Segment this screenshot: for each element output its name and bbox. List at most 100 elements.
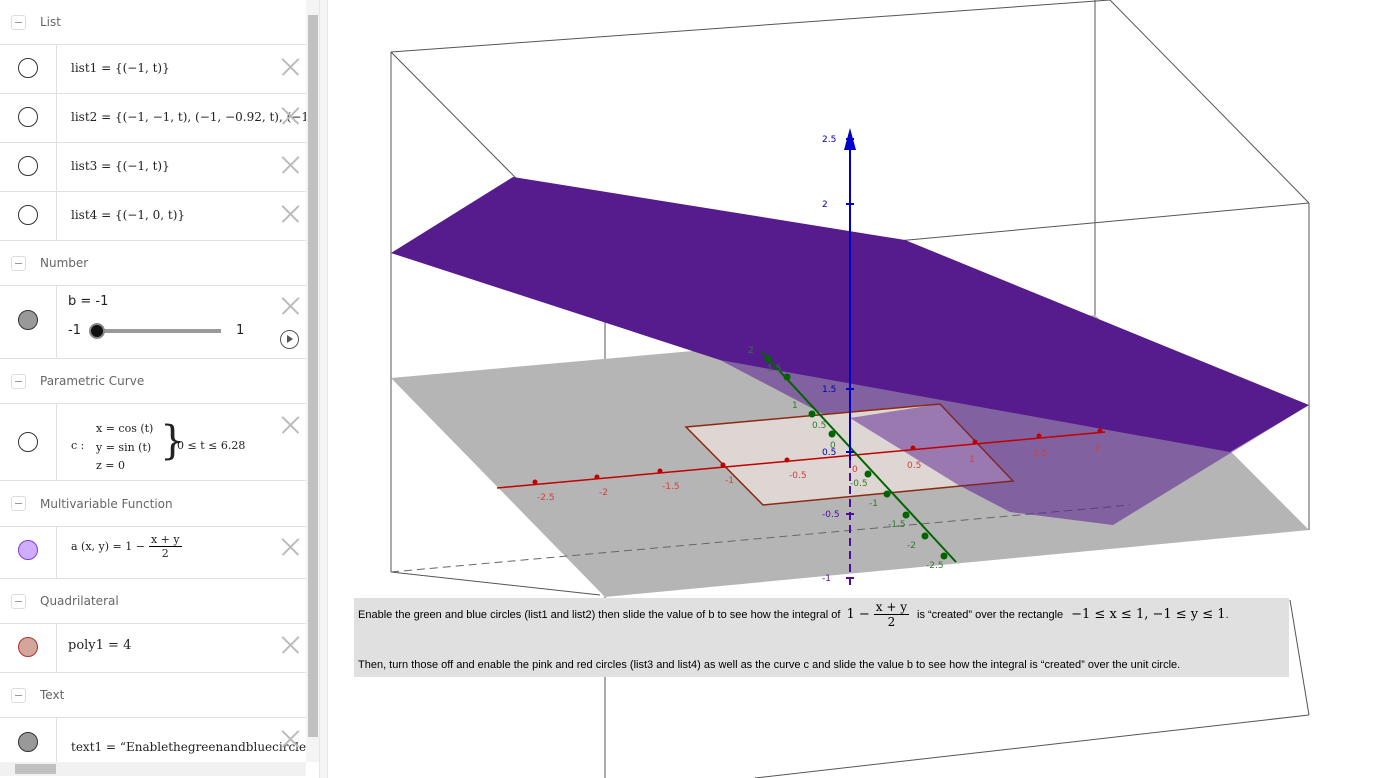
delete-icon[interactable] <box>281 156 299 174</box>
visibility-toggle[interactable] <box>18 205 38 225</box>
delete-icon[interactable] <box>281 730 299 748</box>
expression[interactable]: list4 = {(−1, 0, t)} <box>71 208 185 222</box>
list-item-text1[interactable]: text1 = “Enablethegreenandbluecircles(li… <box>0 718 306 762</box>
group-header-multivariable-function[interactable]: Multivariable Function <box>0 481 306 527</box>
slider-min: -1 <box>68 323 81 338</box>
expression[interactable]: list1 = {(−1, t)} <box>71 61 170 75</box>
list-item-a[interactable]: a (x, y) = 1 − x + y2 <box>0 527 306 579</box>
x-tick-label: -1.5 <box>662 482 680 492</box>
x-tick-label: -0.5 <box>789 471 807 481</box>
collapse-icon[interactable] <box>11 496 26 511</box>
x-tick <box>1097 428 1103 434</box>
denominator: 2 <box>161 547 169 561</box>
group-label: Number <box>40 256 89 270</box>
y-tick-label: 1.5 <box>767 364 781 374</box>
y-tick-label: -2.5 <box>926 561 944 571</box>
group-header-list[interactable]: List <box>0 0 306 45</box>
function-lhs: a (x, y) = 1 − <box>71 540 145 554</box>
delete-icon[interactable] <box>281 636 299 654</box>
x-tick <box>910 445 916 451</box>
formula-numerator: x + y <box>873 600 909 616</box>
z-tick-label: 2 <box>822 200 828 210</box>
collapse-icon[interactable] <box>11 14 26 30</box>
y-tick <box>783 373 791 381</box>
x-tick <box>594 474 600 480</box>
visibility-toggle[interactable] <box>18 58 38 78</box>
visibility-toggle[interactable] <box>18 310 38 330</box>
expression[interactable]: list2 = {(−1, −1, t), (−1, −0.92, t), (−… <box>71 110 306 124</box>
horizontal-scroll-thumb[interactable] <box>15 764 56 774</box>
expression[interactable]: text1 = “Enablethegreenandbluecircles(li… <box>71 740 306 754</box>
list-item-b[interactable]: b = -1 -1 1 <box>0 286 306 359</box>
numerator: x + y <box>148 533 182 548</box>
x-tick-label: -2.5 <box>537 493 555 503</box>
visibility-toggle[interactable] <box>18 540 38 560</box>
curve-y[interactable]: y = sin (t) <box>96 441 151 454</box>
formula-lhs: 1 − <box>846 607 870 623</box>
y-tick-label: -1.5 <box>888 520 906 530</box>
caption-line2: Then, turn those off and enable the pink… <box>358 659 1181 671</box>
delete-icon[interactable] <box>281 538 299 556</box>
slider-track[interactable] <box>96 329 221 333</box>
list-item-c[interactable]: c : x = cos (t) y = sin (t) z = 0 } 0 ≤ … <box>0 404 306 481</box>
y-tick-label: 1 <box>792 401 798 411</box>
group-header-number[interactable]: Number <box>0 241 306 286</box>
list-item-list4[interactable]: list4 = {(−1, 0, t)} <box>0 192 306 241</box>
z-tick-label: 2.5 <box>822 135 836 145</box>
group-header-quadrilateral[interactable]: Quadrilateral <box>0 579 306 624</box>
list-item-list1[interactable]: list1 = {(−1, t)} <box>0 45 306 94</box>
x-tick <box>1036 433 1042 439</box>
x-tick <box>972 439 978 445</box>
caption-line1-a: Enable the green and blue circles (list1… <box>358 608 841 621</box>
group-label: List <box>40 15 61 29</box>
list-item-list3[interactable]: list3 = {(−1, t)} <box>0 143 306 192</box>
z-tick-label: 1.5 <box>822 385 836 395</box>
y-tick <box>921 532 929 540</box>
y-tick <box>828 430 836 438</box>
x-tick-label: -2 <box>599 488 608 498</box>
panel-divider[interactable] <box>319 0 328 778</box>
slider-handle[interactable] <box>89 323 105 339</box>
curve-range[interactable]: 0 ≤ t ≤ 6.28 <box>177 439 245 452</box>
x-tick-label: -1 <box>725 476 734 486</box>
group-header-parametric-curve[interactable]: Parametric Curve <box>0 359 306 404</box>
x-tick <box>720 462 726 468</box>
expression[interactable]: a (x, y) = 1 − x + y2 <box>71 533 182 560</box>
expression[interactable]: poly1 = 4 <box>68 638 131 653</box>
slider-max: 1 <box>236 323 245 338</box>
delete-icon[interactable] <box>281 107 299 125</box>
curve-z[interactable]: z = 0 <box>96 459 125 472</box>
group-header-text[interactable]: Text <box>0 673 306 718</box>
delete-icon[interactable] <box>281 297 299 315</box>
y-tick-label: -2 <box>907 541 916 551</box>
instruction-text: Enable the green and blue circles (list1… <box>354 598 1289 677</box>
x-tick-label: 0 <box>852 465 858 475</box>
expression[interactable]: list3 = {(−1, t)} <box>71 159 170 173</box>
play-icon[interactable] <box>280 330 299 349</box>
y-tick-label: 2 <box>748 346 754 356</box>
visibility-toggle[interactable] <box>18 107 38 127</box>
list-item-poly1[interactable]: poly1 = 4 <box>0 624 306 673</box>
list-item-list2[interactable]: list2 = {(−1, −1, t), (−1, −0.92, t), (−… <box>0 94 306 143</box>
curve-x[interactable]: x = cos (t) <box>96 422 153 435</box>
visibility-toggle[interactable] <box>18 432 38 452</box>
delete-icon[interactable] <box>281 58 299 76</box>
vertical-scroll-thumb[interactable] <box>308 15 318 737</box>
visibility-toggle[interactable] <box>18 637 38 657</box>
group-label: Quadrilateral <box>40 594 119 608</box>
y-tick <box>902 511 910 519</box>
delete-icon[interactable] <box>281 205 299 223</box>
visibility-toggle[interactable] <box>18 156 38 176</box>
y-tick-label: 0.5 <box>812 421 826 431</box>
collapse-icon[interactable] <box>11 593 26 609</box>
slider-label[interactable]: b = -1 <box>68 294 108 309</box>
collapse-icon[interactable] <box>11 687 26 703</box>
x-tick <box>532 479 538 485</box>
caption-line1-b: is “created” over the rectangle <box>917 608 1064 621</box>
z-tick-label: -0.5 <box>822 510 840 520</box>
collapse-icon[interactable] <box>11 255 26 271</box>
z-tick-label: 0.5 <box>822 448 836 458</box>
visibility-toggle[interactable] <box>18 732 38 752</box>
delete-icon[interactable] <box>281 416 299 434</box>
collapse-icon[interactable] <box>11 373 26 389</box>
